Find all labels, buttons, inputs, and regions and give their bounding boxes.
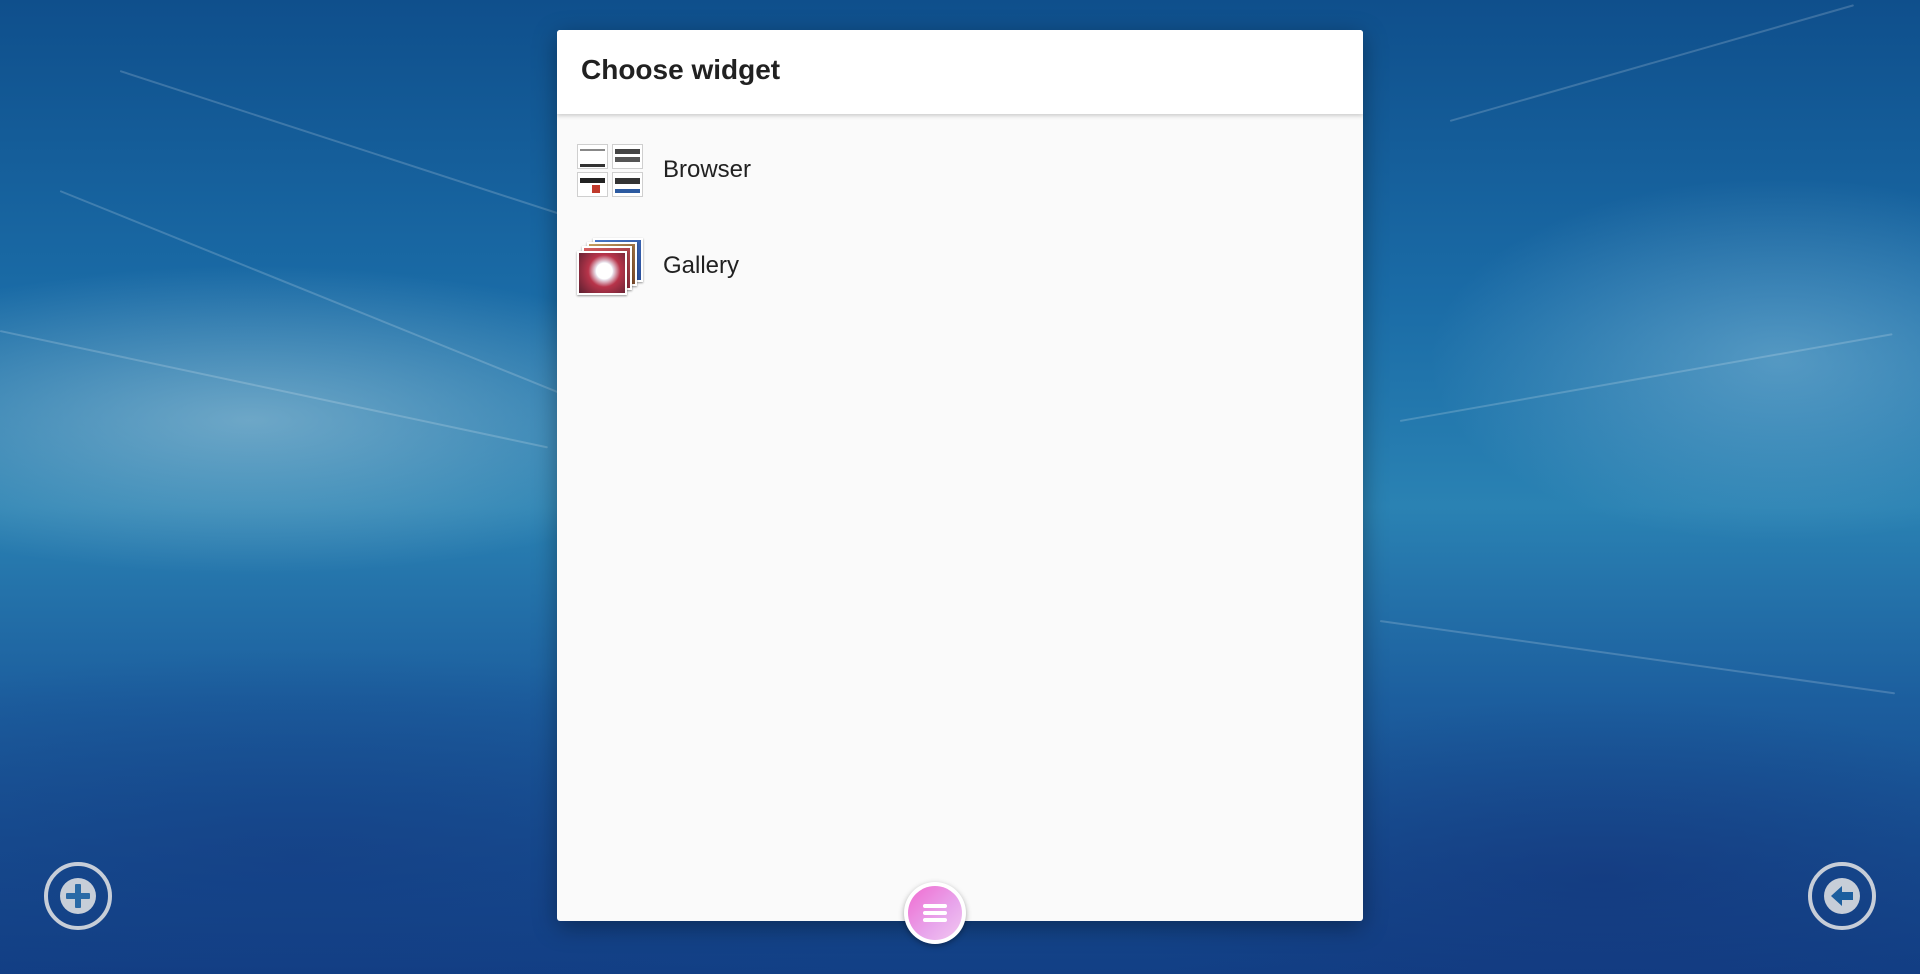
widget-list: Browser Gallery xyxy=(557,114,1363,314)
cloud-streak xyxy=(1379,620,1896,695)
widget-item-browser[interactable]: Browser xyxy=(557,122,1363,218)
menu-icon xyxy=(908,886,962,940)
browser-thumbnail-icon xyxy=(577,142,643,198)
plus-icon xyxy=(60,878,96,914)
choose-widget-dialog: Choose widget Browser Gallery xyxy=(557,30,1363,921)
widget-label: Browser xyxy=(663,156,752,183)
widget-item-gallery[interactable]: Gallery xyxy=(557,218,1363,314)
dialog-header: Choose widget xyxy=(557,30,1363,114)
dialog-title: Choose widget xyxy=(581,54,781,85)
cloud-streak xyxy=(0,330,548,449)
arrow-left-icon xyxy=(1824,878,1860,914)
cloud-streak xyxy=(59,190,617,417)
gallery-thumbnail-icon xyxy=(577,238,643,295)
cloud-streak xyxy=(119,70,615,233)
cloud-streak xyxy=(1449,4,1855,122)
menu-fab-button[interactable] xyxy=(904,882,966,944)
add-widget-button[interactable] xyxy=(44,862,112,930)
back-button[interactable] xyxy=(1808,862,1876,930)
widget-label: Gallery xyxy=(663,252,740,279)
cloud-streak xyxy=(1399,333,1893,422)
